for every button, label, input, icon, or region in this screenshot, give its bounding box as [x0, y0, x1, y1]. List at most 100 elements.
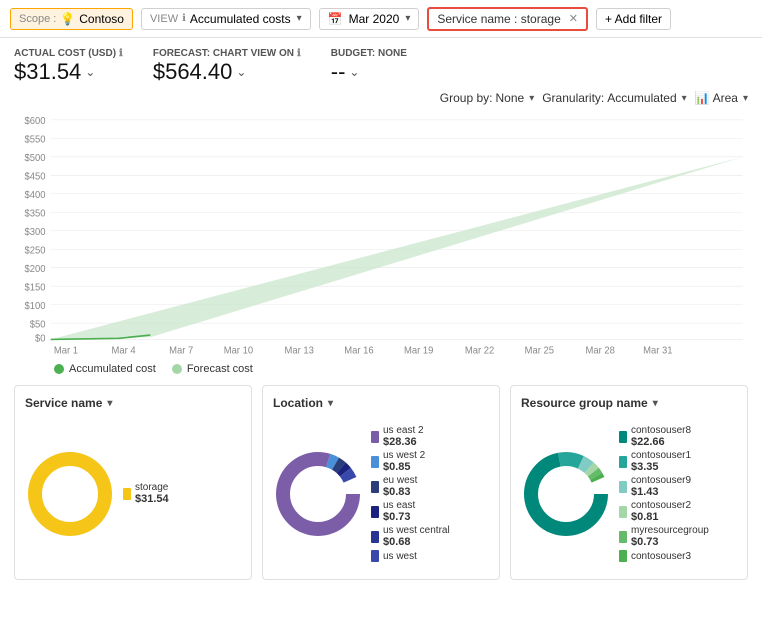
resource-chevron: ▾ [653, 398, 658, 409]
calendar-icon: 📅 [328, 12, 343, 26]
cost-chart: $600 $550 $500 $450 $400 $350 $300 $250 … [14, 109, 748, 359]
chart-type-selector[interactable]: 📊 Area ▾ [695, 91, 748, 105]
view-chevron: ▾ [297, 13, 302, 24]
svg-text:$300: $300 [24, 227, 45, 238]
svg-text:Mar 19: Mar 19 [404, 345, 433, 356]
svg-text:$500: $500 [24, 153, 45, 164]
res-color-5 [619, 531, 627, 543]
resource-legend: contosouser8$22.66 contosouser1$3.35 con… [619, 418, 737, 569]
service-item-name: storage [135, 482, 169, 493]
add-filter-label: + Add filter [605, 12, 662, 26]
res-color-4 [619, 506, 627, 518]
date-chevron: ▾ [405, 13, 410, 24]
forecast-info-icon[interactable]: ℹ [297, 48, 301, 59]
forecast-dot [172, 364, 182, 374]
svg-text:$400: $400 [24, 190, 45, 201]
groupby-value: None [496, 91, 525, 105]
res-color-1 [619, 431, 627, 443]
chart-type-chevron: ▾ [743, 93, 748, 104]
list-item: us east 2$28.36 [371, 425, 489, 448]
granularity-chevron: ▾ [682, 93, 687, 104]
forecast-value: $564.40 ⌄ [153, 59, 301, 85]
granularity-label: Granularity: [542, 91, 604, 105]
loc-color-2 [371, 456, 379, 468]
svg-text:$250: $250 [24, 245, 45, 256]
list-item: contosouser8$22.66 [619, 425, 737, 448]
location-chevron: ▾ [328, 398, 333, 409]
list-item: contosouser1$3.35 [619, 450, 737, 473]
controls-row: Group by: None ▾ Granularity: Accumulate… [14, 91, 748, 105]
view-selector[interactable]: VIEW ℹ Accumulated costs ▾ [141, 8, 311, 30]
svg-text:Mar 25: Mar 25 [525, 345, 554, 356]
list-item: us west central$0.68 [371, 525, 489, 548]
toolbar: Scope : 💡 Contoso VIEW ℹ Accumulated cos… [0, 0, 762, 38]
list-item: contosouser3 [619, 550, 737, 562]
loc-color-6 [371, 550, 379, 562]
svg-text:$150: $150 [24, 282, 45, 293]
actual-info-icon[interactable]: ℹ [119, 48, 123, 59]
svg-text:Mar 7: Mar 7 [169, 345, 193, 356]
service-name-title[interactable]: Service name ▾ [25, 396, 241, 410]
service-donut [25, 418, 115, 569]
service-name-card: Service name ▾ storage [14, 385, 252, 580]
scope-selector[interactable]: Scope : 💡 Contoso [10, 8, 133, 30]
budget-value: -- ⌄ [331, 59, 407, 85]
scope-label: Scope : [19, 13, 56, 25]
groupby-selector[interactable]: Group by: None ▾ [440, 91, 534, 105]
svg-text:$600: $600 [24, 116, 45, 127]
chart-area: $600 $550 $500 $450 $400 $350 $300 $250 … [14, 109, 748, 359]
bulb-icon: 💡 [60, 12, 75, 26]
accumulated-dot [54, 364, 64, 374]
granularity-selector[interactable]: Granularity: Accumulated ▾ [542, 91, 686, 105]
svg-text:Mar 22: Mar 22 [465, 345, 494, 356]
service-item-amount: $31.54 [135, 493, 169, 505]
location-title[interactable]: Location ▾ [273, 396, 489, 410]
svg-text:Mar 4: Mar 4 [112, 345, 137, 356]
add-filter-button[interactable]: + Add filter [596, 8, 671, 30]
svg-text:Mar 13: Mar 13 [285, 345, 314, 356]
svg-text:Mar 16: Mar 16 [344, 345, 373, 356]
actual-cost-value: $31.54 ⌄ [14, 59, 123, 85]
loc-color-3 [371, 481, 379, 493]
forecast-legend-label: Forecast cost [187, 363, 253, 375]
svg-text:Mar 1: Mar 1 [54, 345, 78, 356]
forecast-legend: Forecast cost [172, 363, 253, 375]
location-card-content: us east 2$28.36 us west 2$0.85 eu west$0… [273, 418, 489, 569]
svg-text:Mar 28: Mar 28 [585, 345, 614, 356]
main-container: Scope : 💡 Contoso VIEW ℹ Accumulated cos… [0, 0, 762, 626]
groupby-chevron: ▾ [529, 93, 534, 104]
res-color-6 [619, 550, 627, 562]
forecast-metric: FORECAST: CHART VIEW ON ℹ $564.40 ⌄ [153, 48, 301, 85]
view-label: VIEW [150, 13, 178, 25]
res-color-3 [619, 481, 627, 493]
accumulated-legend: Accumulated cost [54, 363, 156, 375]
metrics-row: ACTUAL COST (USD) ℹ $31.54 ⌄ FORECAST: C… [14, 48, 748, 85]
svg-text:$350: $350 [24, 208, 45, 219]
view-value: Accumulated costs [190, 12, 291, 26]
svg-text:$550: $550 [24, 135, 45, 146]
list-item: contosouser9$1.43 [619, 475, 737, 498]
cards-row: Service name ▾ storage [14, 385, 748, 580]
svg-text:Mar 10: Mar 10 [224, 345, 253, 356]
close-icon[interactable]: ✕ [569, 12, 578, 25]
list-item: us west [371, 550, 489, 562]
info-icon: ℹ [182, 13, 186, 24]
service-chevron: ▾ [107, 398, 112, 409]
granularity-value: Accumulated [607, 91, 676, 105]
loc-color-4 [371, 506, 379, 518]
filter-chip[interactable]: Service name : storage ✕ [427, 7, 588, 31]
list-item: us west 2$0.85 [371, 450, 489, 473]
forecast-arrow: ⌄ [236, 65, 246, 79]
budget-arrow: ⌄ [349, 65, 359, 79]
forecast-label: FORECAST: CHART VIEW ON ℹ [153, 48, 301, 59]
date-selector[interactable]: 📅 Mar 2020 ▾ [319, 8, 420, 30]
service-card-content: storage $31.54 [25, 418, 241, 569]
resource-group-title[interactable]: Resource group name ▾ [521, 396, 737, 410]
location-card: Location ▾ [262, 385, 500, 580]
chart-type-icon: 📊 [695, 91, 710, 105]
svg-text:$450: $450 [24, 172, 45, 183]
svg-text:$0: $0 [35, 333, 46, 344]
service-legend: storage $31.54 [123, 418, 241, 569]
actual-arrow: ⌄ [85, 65, 95, 79]
svg-text:Mar 31: Mar 31 [643, 345, 672, 356]
